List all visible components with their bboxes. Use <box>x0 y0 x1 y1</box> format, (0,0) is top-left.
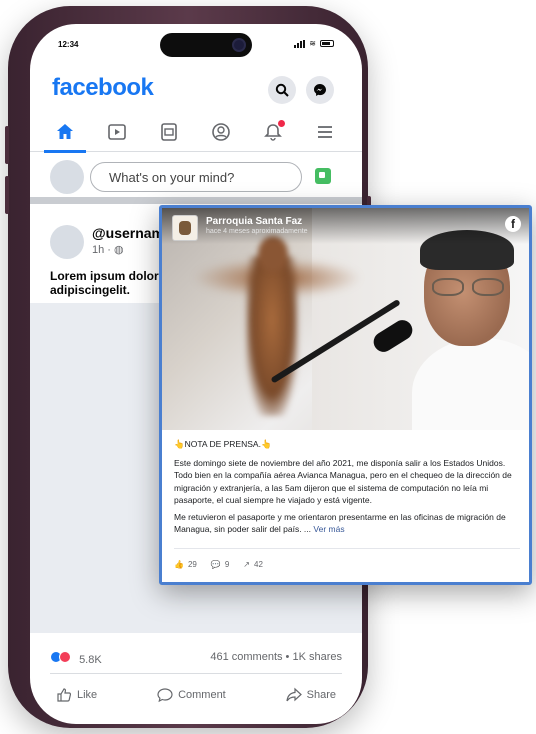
comment-icon <box>157 688 173 703</box>
see-more-link[interactable]: Ver más <box>313 524 344 534</box>
page-avatar[interactable] <box>172 215 198 241</box>
post-actions: Like Comment Share <box>50 683 342 707</box>
tab-notifications[interactable] <box>258 118 288 146</box>
avatar[interactable] <box>50 225 84 259</box>
share-icon <box>286 687 302 702</box>
card-headline: 👆NOTA DE PRENSA.👆 <box>174 439 272 449</box>
profile-icon <box>212 123 230 141</box>
card-paragraph-2-wrap: Me retuvieron el pasaporte y me orientar… <box>174 511 524 536</box>
signal-icon <box>294 39 306 48</box>
card-timestamp: hace 4 meses aproximadamente <box>206 228 308 235</box>
battery-icon <box>320 40 334 47</box>
post-stats: 5.8K 461 comments • 1K shares <box>50 651 342 669</box>
shared-post-card[interactable]: Parroquia Santa Faz hace 4 meses aproxim… <box>159 205 532 585</box>
tab-pages[interactable] <box>154 118 184 146</box>
status-bar: 12:34 ≋ <box>30 24 362 64</box>
tab-profile[interactable] <box>206 118 236 146</box>
tab-watch[interactable] <box>102 118 132 146</box>
page-name[interactable]: Parroquia Santa Faz <box>206 216 302 227</box>
main-nav <box>30 114 362 153</box>
divider <box>50 673 342 674</box>
card-stats: 👍 29 💬 9 ↗ 42 <box>174 560 263 569</box>
tab-home[interactable] <box>44 118 86 153</box>
comment-icon: 💬 <box>210 560 221 569</box>
status-icons: ≋ <box>294 39 334 48</box>
tab-menu[interactable] <box>310 118 340 146</box>
search-button[interactable] <box>268 76 296 104</box>
share-icon: ↗ <box>243 560 250 569</box>
video-icon <box>108 124 126 140</box>
share-button[interactable]: Share <box>280 683 342 707</box>
thumbs-up-icon: 👍 <box>174 560 184 569</box>
reaction-icons[interactable] <box>50 651 71 663</box>
search-icon <box>275 83 289 97</box>
divider <box>174 548 520 549</box>
status-time: 12:34 <box>58 40 79 49</box>
facebook-icon: f <box>505 216 521 232</box>
like-label: Like <box>77 689 98 701</box>
card-likes[interactable]: 👍 29 <box>174 560 197 569</box>
post-text: Lorem ipsum dolor adipiscingelit. <box>50 269 159 297</box>
love-reaction-icon <box>59 651 71 663</box>
wifi-icon: ≋ <box>309 39 316 48</box>
avatar[interactable] <box>50 160 84 194</box>
speaker-glasses <box>432 278 504 296</box>
card-shares[interactable]: ↗ 42 <box>243 560 263 569</box>
home-icon <box>57 124 73 139</box>
app-header: facebook <box>30 64 362 114</box>
dynamic-island <box>160 33 252 57</box>
camera-icon <box>232 38 246 52</box>
card-likes-count: 29 <box>187 560 197 569</box>
comment-button[interactable]: Comment <box>151 683 232 707</box>
card-comments-count: 9 <box>224 560 230 569</box>
messenger-button[interactable] <box>306 76 334 104</box>
facebook-logo: facebook <box>52 74 154 101</box>
statue-body <box>246 256 298 416</box>
messenger-icon <box>314 84 326 96</box>
comment-label: Comment <box>178 689 226 701</box>
phone-volume-down <box>5 176 9 214</box>
pages-icon <box>161 123 177 141</box>
status-composer: What's on your mind? <box>30 154 362 204</box>
notification-badge <box>277 119 286 128</box>
phone-volume-up <box>5 126 9 164</box>
share-label: Share <box>306 689 336 701</box>
post-timestamp: 1h · <box>92 244 115 256</box>
like-button[interactable]: Like <box>50 683 103 707</box>
card-text: 👆NOTA DE PRENSA.👆 Este domingo siete de … <box>174 438 524 540</box>
card-shares-count: 42 <box>254 560 263 569</box>
comments-shares-count[interactable]: 461 comments • 1K shares <box>210 651 342 663</box>
photo-icon[interactable] <box>315 168 331 184</box>
whats-on-your-mind-input[interactable]: What's on your mind? <box>90 162 302 192</box>
post-meta: 1h · ◍ <box>92 243 124 256</box>
reaction-count[interactable]: 5.8K <box>79 654 102 666</box>
hamburger-icon <box>318 126 332 138</box>
card-comments[interactable]: 💬 9 <box>211 560 229 569</box>
globe-icon: ◍ <box>114 244 124 256</box>
card-paragraph-1: Este domingo siete de noviembre del año … <box>174 457 512 506</box>
thumbs-up-icon <box>57 688 72 702</box>
